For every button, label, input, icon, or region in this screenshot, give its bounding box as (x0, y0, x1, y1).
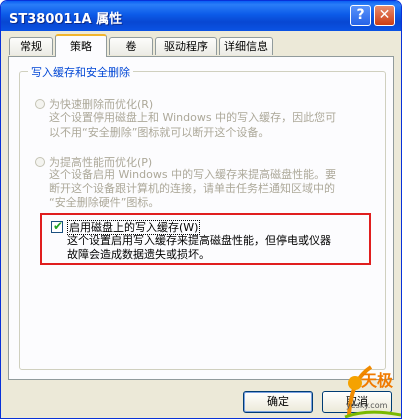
write-cache-label[interactable]: 启用磁盘上的写入缓存(W) (67, 219, 201, 235)
watermark-url: yesky.com (346, 401, 388, 410)
write-cache-label-text: 启用磁盘上的写入缓存(W) (67, 220, 201, 235)
quick-removal-desc-line1: 这个设置停用磁盘上和 Windows 中的写入缓存，因此您可 (49, 111, 337, 124)
groupbox-title: 写入缓存和安全删除 (28, 64, 133, 80)
title-bar[interactable]: ST380011A 属性 ? ✕ (1, 1, 401, 31)
tab-general[interactable]: 常规 (9, 37, 53, 55)
quick-removal-desc-line2: 以不用“安全删除”图标就可以断开这个设备。 (49, 126, 270, 139)
close-button[interactable]: ✕ (374, 5, 395, 26)
window-title: ST380011A 属性 (9, 12, 123, 27)
performance-radio[interactable] (35, 157, 45, 167)
write-cache-desc-line2: 故障会造成数据遗失或损坏。 (67, 248, 210, 261)
tab-driver[interactable]: 驱动程序 (155, 37, 217, 55)
tab-details[interactable]: 详细信息 (219, 37, 273, 55)
properties-dialog: ST380011A 属性 ? ✕ 常规 策略 卷 驱动程序 详细信息 写入缓存和… (0, 0, 402, 419)
tab-volumes[interactable]: 卷 (109, 37, 153, 55)
write-cache-desc-line1: 这个设置启用写入缓存来提高磁盘性能，但停电或仪器 (67, 234, 331, 247)
checkmark-icon: ✔ (53, 219, 64, 233)
watermark-brand: 天极 (361, 371, 394, 390)
help-button[interactable]: ? (350, 5, 371, 26)
ok-button[interactable]: 确定 (243, 391, 313, 413)
quick-removal-radio[interactable] (35, 99, 45, 109)
performance-desc-line3: “安全删除硬件”图标。 (49, 196, 160, 209)
performance-desc-line2: 断开这个设备跟计算机的连接，请单击任务栏通知区域中的 (49, 182, 335, 195)
write-cache-checkbox[interactable]: ✔ (51, 219, 64, 233)
performance-desc-line1: 这个设备启用 Windows 中的写入缓存来提高磁盘性能。要 (49, 168, 337, 181)
tab-policies[interactable]: 策略 (55, 34, 107, 57)
